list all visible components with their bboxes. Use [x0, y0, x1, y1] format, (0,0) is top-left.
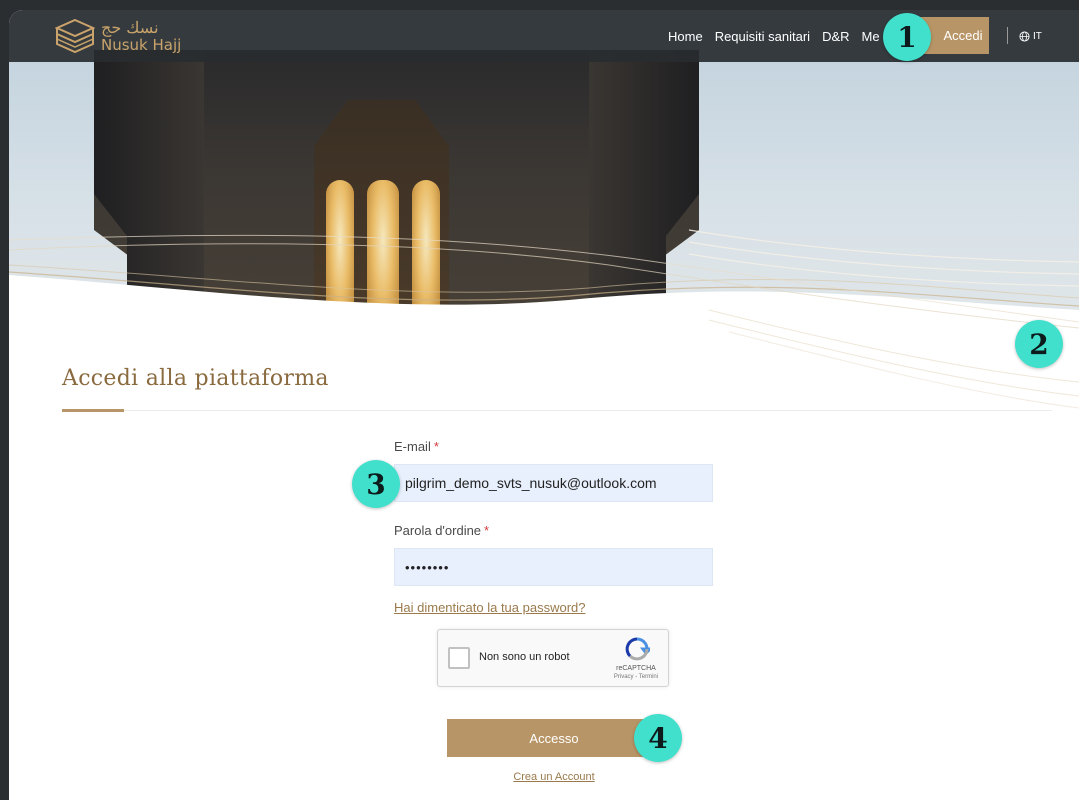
nav-links: Home Requisiti sanitari D&R Me — [668, 10, 880, 62]
logo-english-text: Nusuk Hajj — [101, 35, 182, 54]
title-accent-bar — [62, 409, 124, 412]
nav-link-media[interactable]: Me — [862, 29, 880, 44]
step-badge-3: 3 — [352, 460, 400, 508]
recaptcha-brand: reCAPTCHA — [616, 665, 656, 672]
recaptcha-widget: Non sono un robot reCAPTCHA Privacy - Te… — [437, 629, 669, 687]
email-label-text: E-mail — [394, 439, 431, 454]
nav-link-faq[interactable]: D&R — [822, 29, 849, 44]
login-submit-button[interactable]: Accesso — [447, 719, 661, 757]
recaptcha-icon — [625, 637, 650, 661]
recaptcha-checkbox[interactable] — [448, 647, 470, 669]
step-badge-4: 4 — [634, 714, 682, 762]
password-input-value: •••••••• — [405, 559, 450, 575]
required-mark: * — [484, 523, 490, 538]
browser-window: نسك حج Nusuk Hajj Home Requisiti sanitar… — [9, 10, 1079, 800]
nav-link-home[interactable]: Home — [668, 29, 703, 44]
language-code: IT — [1033, 30, 1042, 42]
email-input-value: pilgrim_demo_svts_nusuk@outlook.com — [405, 475, 657, 491]
kaaba-logo-icon — [55, 18, 95, 54]
nav-divider — [1007, 27, 1008, 44]
password-input[interactable]: •••••••• — [394, 548, 713, 586]
email-input[interactable]: pilgrim_demo_svts_nusuk@outlook.com — [394, 464, 713, 502]
nusuk-hajj-logo[interactable]: نسك حج Nusuk Hajj — [55, 14, 181, 58]
recaptcha-label: Non sono un robot — [479, 651, 570, 663]
create-account-link[interactable]: Crea un Account — [9, 771, 1079, 783]
recaptcha-privacy-terms[interactable]: Privacy - Termini — [606, 674, 666, 680]
forgot-password-link[interactable]: Hai dimenticato la tua password? — [394, 600, 586, 615]
password-label-text: Parola d'ordine — [394, 523, 482, 538]
language-selector[interactable]: IT — [1019, 10, 1042, 62]
globe-icon — [1019, 30, 1030, 42]
page-title: Accedi alla piattaforma — [62, 366, 329, 391]
password-label: Parola d'ordine * — [394, 523, 489, 538]
email-label: E-mail * — [394, 439, 439, 454]
title-divider — [62, 410, 1052, 411]
step-badge-2: 2 — [1015, 320, 1063, 368]
required-mark: * — [433, 439, 439, 454]
step-badge-1: 1 — [883, 13, 931, 61]
logo-arabic-text: نسك حج — [101, 17, 159, 37]
nav-link-health-requirements[interactable]: Requisiti sanitari — [715, 29, 810, 44]
logo-text: نسك حج Nusuk Hajj — [101, 17, 182, 54]
